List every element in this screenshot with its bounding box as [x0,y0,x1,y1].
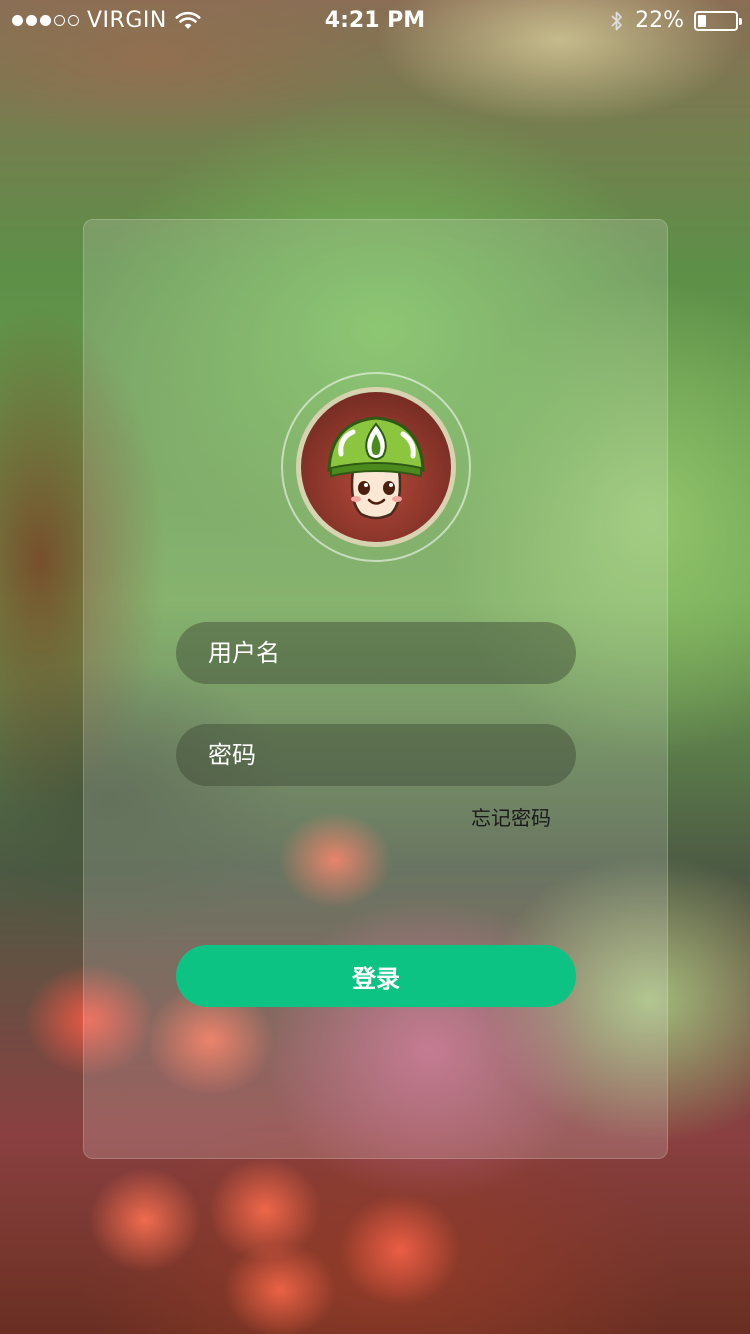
login-card [83,219,668,1159]
battery-level-fill [698,14,706,27]
username-input[interactable] [206,638,550,668]
bluetooth-icon [611,11,622,30]
battery-percentage: 22% [635,8,684,33]
forgot-password-link[interactable]: 忘记密码 [471,802,551,831]
password-field[interactable] [176,724,576,786]
avatar [296,387,456,547]
battery-icon [694,10,742,31]
login-button[interactable]: 登录 [176,945,576,1007]
username-field[interactable] [176,622,576,684]
mushroom-mascot-icon [327,416,425,520]
password-input[interactable] [206,740,550,770]
status-right: 22% [609,8,742,33]
status-bar: VIRGIN 4:21 PM 22% [0,0,750,40]
login-screen: VIRGIN 4:21 PM 22% 用户名 忘记密码 登录 [0,0,750,1334]
